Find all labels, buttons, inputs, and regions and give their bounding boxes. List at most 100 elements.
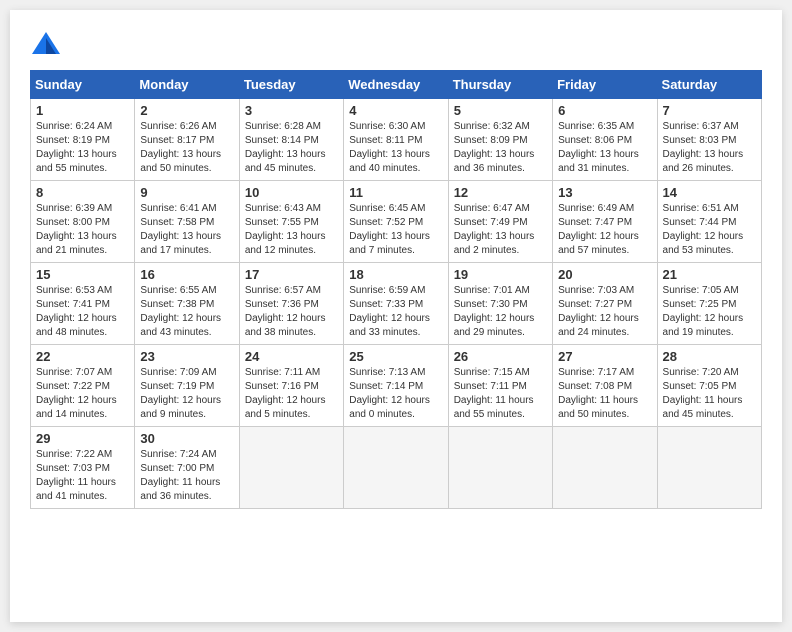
calendar-week-3: 22 Sunrise: 7:07 AM Sunset: 7:22 PM Dayli… [31, 345, 762, 427]
day-number: 25 [349, 349, 442, 364]
calendar-cell: 2 Sunrise: 6:26 AM Sunset: 8:17 PM Daylig… [135, 99, 239, 181]
calendar-cell [239, 427, 343, 509]
calendar-cell: 20 Sunrise: 7:03 AM Sunset: 7:27 PM Dayli… [553, 263, 657, 345]
calendar-table: Sunday Monday Tuesday Wednesday Thursday… [30, 70, 762, 509]
day-number: 13 [558, 185, 651, 200]
calendar-cell: 17 Sunrise: 6:57 AM Sunset: 7:36 PM Dayli… [239, 263, 343, 345]
calendar-cell [344, 427, 448, 509]
cell-text: Sunrise: 7:20 AM Sunset: 7:05 PM Dayligh… [663, 366, 756, 422]
calendar-cell [553, 427, 657, 509]
cell-text: Sunrise: 7:01 AM Sunset: 7:30 PM Dayligh… [454, 284, 547, 340]
cell-text: Sunrise: 6:45 AM Sunset: 7:52 PM Dayligh… [349, 202, 442, 258]
cell-text: Sunrise: 6:37 AM Sunset: 8:03 PM Dayligh… [663, 120, 756, 176]
calendar-cell: 9Sunrise: 6:41 AM Sunset: 7:58 PM Daylig… [135, 181, 239, 263]
logo-icon [30, 30, 62, 58]
calendar-week-4: 29 Sunrise: 7:22 AM Sunset: 7:03 PM Dayli… [31, 427, 762, 509]
day-number: 15 [36, 267, 129, 282]
day-number: 28 [663, 349, 756, 364]
calendar-cell: 10Sunrise: 6:43 AM Sunset: 7:55 PM Dayli… [239, 181, 343, 263]
cell-text: Sunrise: 7:09 AM Sunset: 7:19 PM Dayligh… [140, 366, 233, 422]
calendar-cell: 16Sunrise: 6:55 AM Sunset: 7:38 PM Dayli… [135, 263, 239, 345]
day-number: 29 [36, 431, 129, 446]
col-wednesday: Wednesday [344, 71, 448, 99]
day-number: 16 [140, 267, 233, 282]
header-row: Sunday Monday Tuesday Wednesday Thursday… [31, 71, 762, 99]
cell-text: Sunrise: 6:47 AM Sunset: 7:49 PM Dayligh… [454, 202, 547, 258]
calendar-cell [657, 427, 761, 509]
calendar-cell: 3 Sunrise: 6:28 AM Sunset: 8:14 PM Daylig… [239, 99, 343, 181]
cell-text: Sunrise: 7:22 AM Sunset: 7:03 PM Dayligh… [36, 448, 129, 504]
calendar-cell: 1 Sunrise: 6:24 AM Sunset: 8:19 PM Daylig… [31, 99, 135, 181]
cell-text: Sunrise: 6:49 AM Sunset: 7:47 PM Dayligh… [558, 202, 651, 258]
calendar-cell: 18Sunrise: 6:59 AM Sunset: 7:33 PM Dayli… [344, 263, 448, 345]
cell-text: Sunrise: 7:24 AM Sunset: 7:00 PM Dayligh… [140, 448, 233, 504]
day-number: 24 [245, 349, 338, 364]
day-number: 11 [349, 185, 442, 200]
day-number: 26 [454, 349, 547, 364]
calendar-cell: 4 Sunrise: 6:30 AM Sunset: 8:11 PM Daylig… [344, 99, 448, 181]
calendar-cell: 21Sunrise: 7:05 AM Sunset: 7:25 PM Dayli… [657, 263, 761, 345]
cell-text: Sunrise: 7:15 AM Sunset: 7:11 PM Dayligh… [454, 366, 547, 422]
day-number: 23 [140, 349, 233, 364]
calendar-cell: 11 Sunrise: 6:45 AM Sunset: 7:52 PM Dayli… [344, 181, 448, 263]
calendar-cell [448, 427, 552, 509]
cell-text: Sunrise: 6:24 AM Sunset: 8:19 PM Dayligh… [36, 120, 129, 176]
day-number: 27 [558, 349, 651, 364]
cell-text: Sunrise: 6:41 AM Sunset: 7:58 PM Dayligh… [140, 202, 233, 258]
day-number: 12 [454, 185, 547, 200]
cell-text: Sunrise: 7:07 AM Sunset: 7:22 PM Dayligh… [36, 366, 129, 422]
calendar-cell: 23 Sunrise: 7:09 AM Sunset: 7:19 PM Dayli… [135, 345, 239, 427]
calendar-cell: 6 Sunrise: 6:35 AM Sunset: 8:06 PM Daylig… [553, 99, 657, 181]
calendar-week-0: 1 Sunrise: 6:24 AM Sunset: 8:19 PM Daylig… [31, 99, 762, 181]
calendar-cell: 22 Sunrise: 7:07 AM Sunset: 7:22 PM Dayli… [31, 345, 135, 427]
calendar-cell: 5 Sunrise: 6:32 AM Sunset: 8:09 PM Daylig… [448, 99, 552, 181]
col-saturday: Saturday [657, 71, 761, 99]
day-number: 17 [245, 267, 338, 282]
day-number: 19 [454, 267, 547, 282]
cell-text: Sunrise: 6:28 AM Sunset: 8:14 PM Dayligh… [245, 120, 338, 176]
day-number: 7 [663, 103, 756, 118]
cell-text: Sunrise: 6:59 AM Sunset: 7:33 PM Dayligh… [349, 284, 442, 340]
col-sunday: Sunday [31, 71, 135, 99]
day-number: 20 [558, 267, 651, 282]
calendar-week-1: 8 Sunrise: 6:39 AM Sunset: 8:00 PM Daylig… [31, 181, 762, 263]
col-friday: Friday [553, 71, 657, 99]
col-tuesday: Tuesday [239, 71, 343, 99]
day-number: 2 [140, 103, 233, 118]
calendar-cell: 25 Sunrise: 7:13 AM Sunset: 7:14 PM Dayli… [344, 345, 448, 427]
day-number: 6 [558, 103, 651, 118]
cell-text: Sunrise: 6:43 AM Sunset: 7:55 PM Dayligh… [245, 202, 338, 258]
cell-text: Sunrise: 6:51 AM Sunset: 7:44 PM Dayligh… [663, 202, 756, 258]
calendar-cell: 13 Sunrise: 6:49 AM Sunset: 7:47 PM Dayli… [553, 181, 657, 263]
cell-text: Sunrise: 6:57 AM Sunset: 7:36 PM Dayligh… [245, 284, 338, 340]
calendar-cell: 26 Sunrise: 7:15 AM Sunset: 7:11 PM Dayli… [448, 345, 552, 427]
calendar-cell: 24 Sunrise: 7:11 AM Sunset: 7:16 PM Dayli… [239, 345, 343, 427]
cell-text: Sunrise: 7:05 AM Sunset: 7:25 PM Dayligh… [663, 284, 756, 340]
calendar-week-2: 15 Sunrise: 6:53 AM Sunset: 7:41 PM Dayli… [31, 263, 762, 345]
day-number: 8 [36, 185, 129, 200]
day-number: 14 [663, 185, 756, 200]
cell-text: Sunrise: 6:39 AM Sunset: 8:00 PM Dayligh… [36, 202, 129, 258]
header-area [30, 30, 762, 58]
cell-text: Sunrise: 6:53 AM Sunset: 7:41 PM Dayligh… [36, 284, 129, 340]
day-number: 30 [140, 431, 233, 446]
day-number: 5 [454, 103, 547, 118]
calendar-cell: 14 Sunrise: 6:51 AM Sunset: 7:44 PM Dayli… [657, 181, 761, 263]
calendar-cell: 15 Sunrise: 6:53 AM Sunset: 7:41 PM Dayli… [31, 263, 135, 345]
calendar-cell: 19 Sunrise: 7:01 AM Sunset: 7:30 PM Dayli… [448, 263, 552, 345]
cell-text: Sunrise: 6:26 AM Sunset: 8:17 PM Dayligh… [140, 120, 233, 176]
cell-text: Sunrise: 7:17 AM Sunset: 7:08 PM Dayligh… [558, 366, 651, 422]
cell-text: Sunrise: 7:11 AM Sunset: 7:16 PM Dayligh… [245, 366, 338, 422]
calendar-cell: 12 Sunrise: 6:47 AM Sunset: 7:49 PM Dayli… [448, 181, 552, 263]
cell-text: Sunrise: 6:32 AM Sunset: 8:09 PM Dayligh… [454, 120, 547, 176]
day-number: 22 [36, 349, 129, 364]
cell-text: Sunrise: 7:03 AM Sunset: 7:27 PM Dayligh… [558, 284, 651, 340]
cell-text: Sunrise: 6:30 AM Sunset: 8:11 PM Dayligh… [349, 120, 442, 176]
calendar-cell: 28 Sunrise: 7:20 AM Sunset: 7:05 PM Dayli… [657, 345, 761, 427]
day-number: 4 [349, 103, 442, 118]
logo [30, 30, 66, 58]
cell-text: Sunrise: 7:13 AM Sunset: 7:14 PM Dayligh… [349, 366, 442, 422]
day-number: 3 [245, 103, 338, 118]
day-number: 1 [36, 103, 129, 118]
cell-text: Sunrise: 6:35 AM Sunset: 8:06 PM Dayligh… [558, 120, 651, 176]
